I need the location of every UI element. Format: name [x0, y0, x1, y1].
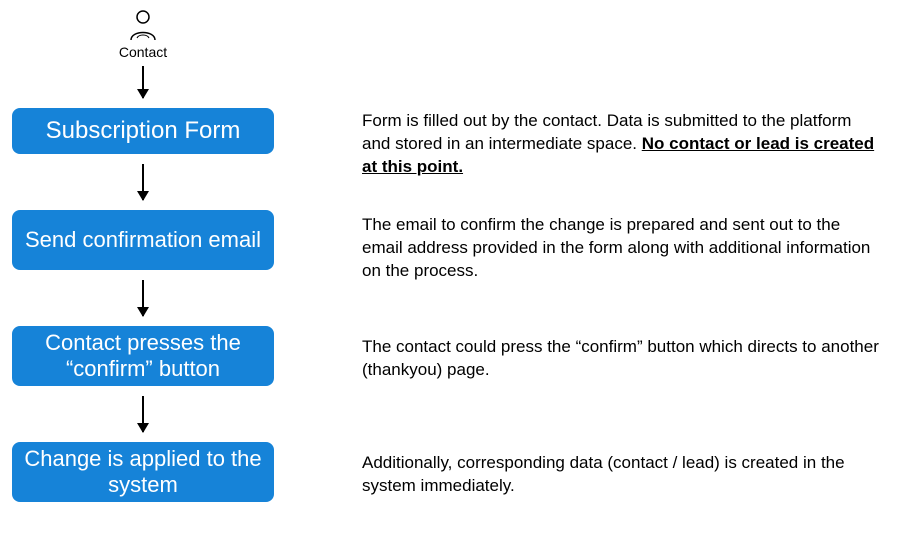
step-title: Change is applied to the system [22, 446, 264, 499]
step-box-send-confirmation-email: Send confirmation email [12, 210, 274, 270]
desc-text: The email to confirm the change is prepa… [362, 215, 870, 280]
contact-actor-icon [125, 8, 161, 44]
step-description-1: Form is filled out by the contact. Data … [362, 110, 882, 179]
arrow-step2-to-step3 [142, 280, 144, 316]
flow-diagram: Contact Subscription Form Send confirmat… [0, 0, 900, 556]
step-title: Subscription Form [46, 117, 241, 146]
desc-text: The contact could press the “confirm” bu… [362, 337, 879, 379]
step-description-3: The contact could press the “confirm” bu… [362, 336, 882, 382]
arrow-step3-to-step4 [142, 396, 144, 432]
step-box-subscription-form: Subscription Form [12, 108, 274, 154]
step-title: Send confirmation email [25, 227, 261, 253]
arrow-actor-to-step1 [142, 66, 144, 98]
step-box-change-applied: Change is applied to the system [12, 442, 274, 502]
step-description-4: Additionally, corresponding data (contac… [362, 452, 882, 498]
step-description-2: The email to confirm the change is prepa… [362, 214, 882, 283]
step-title: Contact presses the “confirm” button [22, 330, 264, 383]
step-box-contact-presses-confirm: Contact presses the “confirm” button [12, 326, 274, 386]
contact-actor-label: Contact [100, 44, 186, 60]
desc-text: Additionally, corresponding data (contac… [362, 453, 845, 495]
arrow-step1-to-step2 [142, 164, 144, 200]
